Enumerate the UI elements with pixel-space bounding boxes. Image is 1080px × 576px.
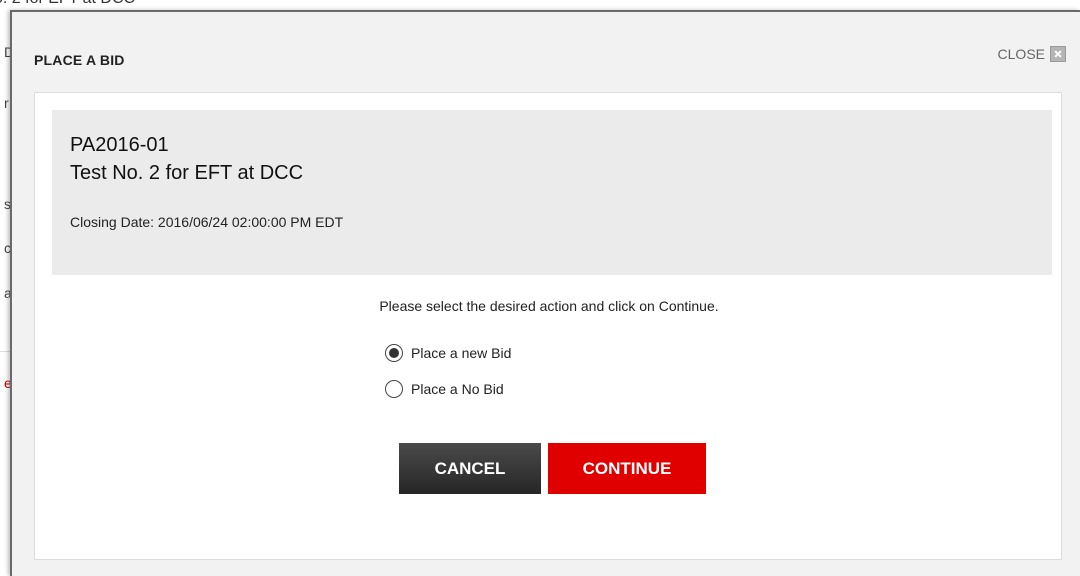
closing-date: Closing Date: 2016/06/24 02:00:00 PM EDT [70,214,344,230]
instruction-text: Please select the desired action and cli… [379,298,719,314]
background-text: o. 2 for EFT at DCC [0,0,135,8]
radio-place-no-bid[interactable] [385,380,403,398]
place-bid-dialog: PLACE A BID CLOSE PA2016-01 Test No. 2 f… [10,10,1080,576]
cancel-button[interactable]: CANCEL [399,443,541,494]
bid-title: Test No. 2 for EFT at DCC [70,162,304,184]
continue-button[interactable]: CONTINUE [548,443,706,494]
close-icon[interactable] [1050,46,1066,62]
close-label: CLOSE [997,46,1045,62]
radio-place-new-bid[interactable] [385,344,403,362]
option-label: Place a No Bid [411,381,504,397]
option-place-new-bid[interactable]: Place a new Bid [385,344,511,362]
background-divider [0,351,10,352]
dialog-title: PLACE A BID [34,52,125,68]
dialog-body: PA2016-01 Test No. 2 for EFT at DCC Clos… [34,92,1062,560]
background-fragment: r [4,95,9,111]
option-label: Place a new Bid [411,345,512,361]
option-place-no-bid[interactable]: Place a No Bid [385,380,504,398]
bid-info-panel: PA2016-01 Test No. 2 for EFT at DCC Clos… [52,110,1052,275]
bid-number: PA2016-01 [70,134,169,156]
close-button[interactable]: CLOSE [998,46,1066,62]
